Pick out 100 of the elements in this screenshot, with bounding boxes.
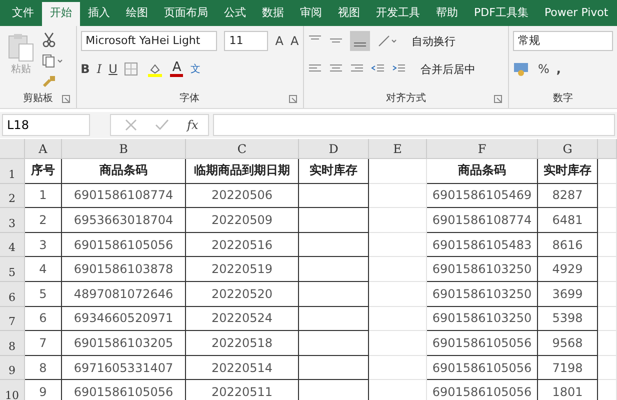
column-header[interactable]: G bbox=[538, 139, 598, 159]
phonetic-button[interactable]: 文 bbox=[190, 62, 200, 76]
dialog-launcher-icon[interactable] bbox=[494, 95, 502, 103]
table-cell: 6901586103205 bbox=[62, 331, 186, 356]
ribbon-tab[interactable]: Power Pivot bbox=[536, 2, 616, 26]
row-header[interactable]: 7 bbox=[0, 306, 25, 332]
table-cell: 20220506 bbox=[186, 184, 299, 208]
cancel-icon[interactable] bbox=[125, 119, 137, 131]
font-name-field[interactable]: Microsoft YaHei Light bbox=[80, 31, 218, 51]
check-icon[interactable] bbox=[155, 119, 169, 131]
table-cell: 5398 bbox=[538, 306, 598, 332]
table-cell: 6901586103250 bbox=[427, 257, 538, 282]
formula-input[interactable] bbox=[213, 114, 615, 136]
comma-button[interactable]: , bbox=[556, 62, 561, 76]
ribbon-tab[interactable]: 数据 bbox=[254, 2, 292, 26]
table-cell: 6901586103250 bbox=[427, 306, 538, 332]
table-cell: 6901586103250 bbox=[427, 282, 538, 307]
table-cell: 20220511 bbox=[186, 380, 299, 400]
table-cell: 6901586108774 bbox=[427, 208, 538, 233]
empty-cell bbox=[598, 232, 617, 258]
ribbon-tab[interactable]: 开发工具 bbox=[368, 2, 428, 26]
row-header[interactable]: 1 bbox=[0, 159, 25, 184]
row-header[interactable]: 9 bbox=[0, 356, 25, 380]
number-format-field[interactable]: 常规 bbox=[513, 31, 613, 51]
table-cell: 实时库存 bbox=[538, 159, 598, 184]
table-cell: 商品条码 bbox=[62, 159, 186, 184]
table-cell: 6934660520971 bbox=[62, 306, 186, 332]
wrap-text-button[interactable]: 自动换行 bbox=[412, 34, 456, 48]
group-label: 对齐方式 bbox=[386, 92, 426, 105]
ribbon-tab[interactable]: 视图 bbox=[330, 2, 368, 26]
row-header[interactable]: 2 bbox=[0, 184, 25, 208]
table-cell: 6953663018704 bbox=[62, 208, 186, 233]
row-header[interactable]: 6 bbox=[0, 282, 25, 307]
ribbon-tab[interactable]: 公式 bbox=[216, 2, 254, 26]
increase-font-size-button[interactable]: A bbox=[275, 34, 284, 48]
decrease-font-size-button[interactable]: A bbox=[290, 34, 299, 48]
insert-function-button[interactable]: fx bbox=[187, 118, 198, 132]
table-cell: 4897081072646 bbox=[62, 282, 186, 307]
table-cell: 7198 bbox=[538, 356, 598, 380]
group-label: 剪贴板 bbox=[22, 92, 53, 105]
dialog-launcher-icon[interactable] bbox=[62, 95, 70, 103]
empty-cell bbox=[598, 331, 617, 356]
column-header[interactable]: F bbox=[427, 139, 538, 159]
group-label: 字体 bbox=[180, 92, 200, 105]
font-color-button[interactable]: A bbox=[170, 61, 184, 77]
table-cell: 6901586105056 bbox=[427, 380, 538, 400]
copy-icon[interactable] bbox=[42, 54, 64, 68]
table-cell: 6901586105056 bbox=[62, 232, 186, 258]
percent-button[interactable]: % bbox=[538, 62, 550, 76]
scissors-icon[interactable] bbox=[42, 32, 56, 48]
bold-button[interactable]: B bbox=[80, 62, 90, 76]
row-header[interactable]: 10 bbox=[0, 380, 25, 400]
column-header[interactable]: B bbox=[62, 139, 186, 159]
orientation-icon[interactable] bbox=[376, 34, 397, 48]
format-painter-icon[interactable] bbox=[42, 74, 56, 88]
ribbon-tab[interactable]: 插入 bbox=[80, 2, 118, 26]
ribbon-tab[interactable]: 开始 bbox=[42, 2, 80, 26]
table-cell: 6481 bbox=[538, 208, 598, 233]
row-header[interactable]: 4 bbox=[0, 232, 25, 258]
ribbon-tab[interactable]: 页面布局 bbox=[156, 2, 216, 26]
column-header[interactable]: A bbox=[25, 139, 62, 159]
clipboard-icon bbox=[6, 32, 36, 62]
borders-icon[interactable] bbox=[124, 62, 140, 76]
row-header[interactable]: 8 bbox=[0, 331, 25, 356]
italic-button[interactable]: I bbox=[96, 62, 102, 76]
column-header[interactable]: E bbox=[369, 139, 427, 159]
ribbon-tab[interactable]: PDF工具集 bbox=[466, 2, 536, 26]
table-cell: 商品条码 bbox=[427, 159, 538, 184]
underline-button[interactable]: U bbox=[108, 62, 118, 76]
table-cell bbox=[299, 208, 369, 233]
currency-icon[interactable] bbox=[513, 61, 531, 77]
empty-cell bbox=[369, 184, 427, 208]
font-size-field[interactable]: 11 bbox=[224, 31, 268, 51]
empty-cell bbox=[598, 184, 617, 208]
table-cell bbox=[299, 282, 369, 307]
table-cell bbox=[299, 331, 369, 356]
table-cell: 6901586105469 bbox=[427, 184, 538, 208]
row-header[interactable]: 3 bbox=[0, 208, 25, 233]
table-cell: 3 bbox=[25, 232, 62, 258]
ribbon-tab[interactable]: 审阅 bbox=[292, 2, 330, 26]
row-header[interactable]: 5 bbox=[0, 257, 25, 282]
dialog-launcher-icon[interactable] bbox=[288, 95, 297, 103]
bottom-align-icon[interactable] bbox=[350, 31, 370, 51]
ribbon-tab[interactable]: 帮助 bbox=[428, 2, 466, 26]
empty-cell bbox=[369, 232, 427, 258]
ribbon-tab[interactable]: 绘图 bbox=[118, 2, 156, 26]
table-cell: 20220518 bbox=[186, 331, 299, 356]
group-label: 数字 bbox=[553, 92, 573, 105]
table-cell: 5 bbox=[25, 282, 62, 307]
table-cell: 20220509 bbox=[186, 208, 299, 233]
column-header[interactable]: C bbox=[186, 139, 299, 159]
table-cell bbox=[299, 257, 369, 282]
table-cell: 8287 bbox=[538, 184, 598, 208]
empty-cell bbox=[369, 282, 427, 307]
name-box[interactable]: L18 bbox=[2, 114, 90, 136]
column-header[interactable]: D bbox=[299, 139, 369, 159]
merge-center-button[interactable]: 合并后居中 bbox=[420, 62, 476, 76]
table-cell: 6971605331407 bbox=[62, 356, 186, 380]
ribbon-tab[interactable]: 文件 bbox=[4, 2, 42, 26]
empty-cell bbox=[598, 257, 617, 282]
